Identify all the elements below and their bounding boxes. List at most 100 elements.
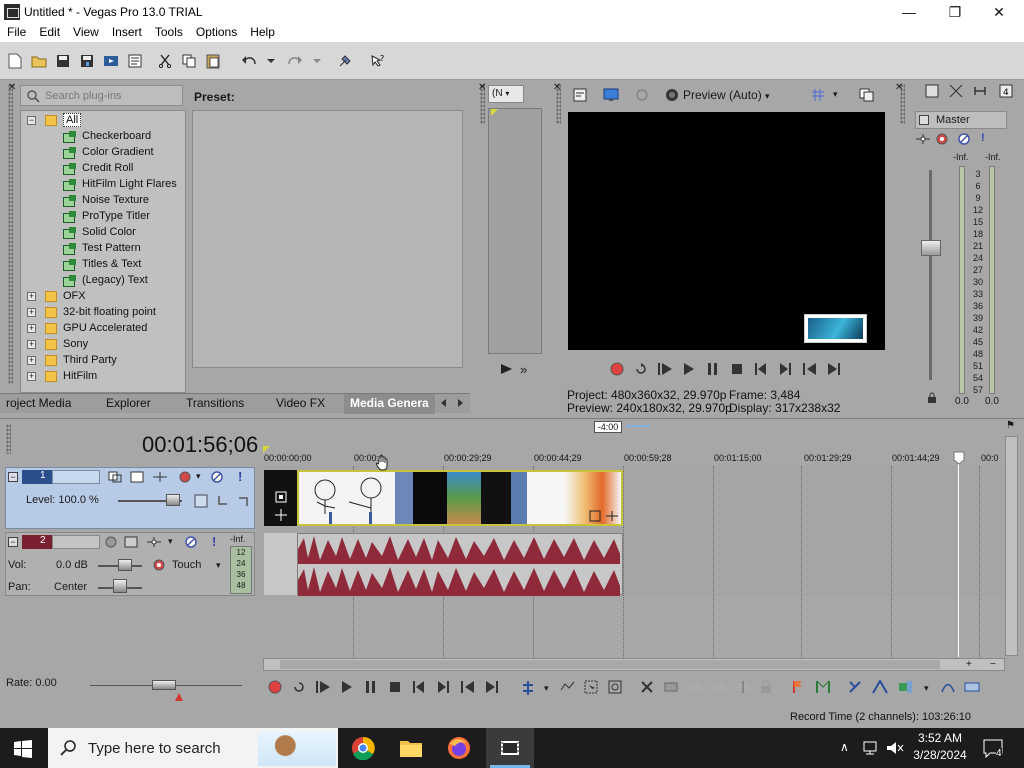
playhead-icon[interactable] [953,451,965,465]
expand-icon[interactable]: + [27,339,36,349]
normal-edit-tool-icon[interactable] [520,680,536,696]
compositing-mode-icon[interactable] [152,471,168,483]
close-button[interactable]: ✕ [976,0,1022,24]
taskbar-clock[interactable]: 3:52 AM 3/28/2024 [908,731,972,762]
tree-row-all[interactable]: − All [27,112,82,128]
save-icon[interactable] [54,52,72,70]
panel-grip[interactable] [8,84,13,384]
go-to-start-icon[interactable] [412,680,428,696]
tree-item[interactable]: Credit Roll [63,160,133,176]
pause-icon[interactable] [364,680,380,696]
firefox-icon[interactable] [447,736,471,760]
envelope-tool-icon[interactable] [560,680,576,696]
volume-muted-icon[interactable] [886,740,904,756]
zoom-out-icon[interactable]: − [990,659,996,670]
menu-view[interactable]: View [66,24,105,42]
open-folder-icon[interactable] [30,52,48,70]
tree-item[interactable]: HitFilm Light Flares [63,176,177,192]
timeline-h-scrollbar[interactable] [263,658,1005,671]
trim-start-icon[interactable] [688,680,704,696]
arm-record-icon[interactable] [104,535,118,549]
solo-track-icon[interactable]: ! [238,469,242,484]
copy-icon[interactable] [180,52,198,70]
automation-icon[interactable] [152,558,166,572]
master-close-icon[interactable]: ✕ [895,82,903,93]
properties-icon[interactable] [126,52,144,70]
insert-region-icon[interactable] [816,680,832,696]
make-compositing-child-icon[interactable] [216,494,230,508]
automation-mode[interactable]: Touch [172,559,201,571]
tree-folder-sony[interactable]: + Sony [27,336,88,352]
next-frame-icon[interactable] [826,362,842,376]
chrome-icon[interactable] [351,736,375,760]
menu-file[interactable]: File [0,24,32,42]
taskbar-search-box[interactable]: Type here to search [48,728,338,768]
expand-icon[interactable]: + [27,291,36,301]
event-fx-icon[interactable] [274,508,288,522]
trimmer-dropdown[interactable]: (N ▾ [488,85,524,103]
overlays-icon[interactable] [811,88,825,102]
go-to-end-icon[interactable] [778,362,792,376]
bus-fx-icon[interactable] [935,132,949,146]
tab-transitions[interactable]: Transitions [186,396,244,410]
tree-folder-32bit[interactable]: +32-bit floating point [27,304,156,320]
play-icon[interactable] [682,362,696,376]
ignore-grouping-icon[interactable] [964,680,980,696]
expand-icon[interactable]: + [27,323,36,333]
fx-dropdown-icon[interactable]: ▾ [168,536,173,547]
tree-item[interactable]: Titles & Text [63,256,141,272]
tree-item[interactable]: Checkerboard [63,128,151,144]
trimmer-more-icon[interactable]: » [520,362,527,377]
playhead-cursor[interactable] [958,452,959,657]
undo-dropdown-icon[interactable] [262,52,280,70]
h-scrollbar-thumb[interactable] [280,660,940,669]
trim-icon[interactable] [664,680,680,696]
dim-output-icon[interactable] [973,84,987,98]
event-fx-icon[interactable] [605,510,619,522]
split-icon[interactable] [736,680,752,696]
rate-slider-handle[interactable] [152,680,176,690]
collapse-track-icon[interactable]: − [8,537,18,547]
trim-end-icon[interactable] [712,680,728,696]
go-to-end-icon[interactable] [436,680,452,696]
tab-project-media[interactable]: roject Media [6,396,71,410]
redo-dropdown-icon[interactable] [308,52,326,70]
delete-icon[interactable] [640,680,656,696]
pan-crop-icon[interactable] [274,490,288,504]
track-fx-chain-icon[interactable] [178,470,192,484]
menu-help[interactable]: Help [243,24,281,42]
loop-icon[interactable] [292,680,308,696]
stop-icon[interactable] [730,362,744,376]
lock-icon[interactable] [927,392,937,404]
lock-envelopes-icon[interactable] [940,680,956,696]
mute-track-icon[interactable] [210,470,224,484]
tree-item[interactable]: Noise Texture [63,192,149,208]
parent-composite-icon[interactable] [194,494,208,508]
snapping-icon[interactable] [848,680,864,696]
zoom-in-icon[interactable]: + [966,659,972,670]
track-name-field[interactable] [52,470,100,484]
paste-icon[interactable] [204,52,222,70]
track-name-field[interactable] [52,535,100,549]
tab-media-generators[interactable]: Media Genera [344,394,435,414]
trimmer-play-icon[interactable] [500,363,514,375]
video-track-header[interactable]: − 1 ▾ ! Level: 100.0 % [5,467,255,529]
zoom-tool-icon[interactable] [608,680,624,696]
trimmer-close-icon[interactable]: ✕ [478,82,486,93]
tree-item[interactable]: Test Pattern [63,240,141,256]
make-compositing-parent-icon[interactable] [236,494,250,508]
tree-item[interactable]: Solid Color [63,224,136,240]
expand-icon[interactable]: + [27,371,36,381]
menu-tools[interactable]: Tools [148,24,189,42]
mute-track-icon[interactable] [184,535,198,549]
downmix-icon[interactable] [949,84,963,98]
minimize-button[interactable]: — [886,0,932,24]
track-fx-icon[interactable] [130,471,144,483]
preview-quality-dropdown[interactable]: Preview (Auto) ▾ [683,88,770,102]
split-screen-icon[interactable] [665,88,679,102]
save-as-icon[interactable] [78,52,96,70]
track-fx-icon[interactable] [124,536,138,548]
expand-icon[interactable]: + [27,307,36,317]
tree-folder-hitfilm[interactable]: + HitFilm [27,368,97,384]
next-frame-icon[interactable] [484,680,500,696]
